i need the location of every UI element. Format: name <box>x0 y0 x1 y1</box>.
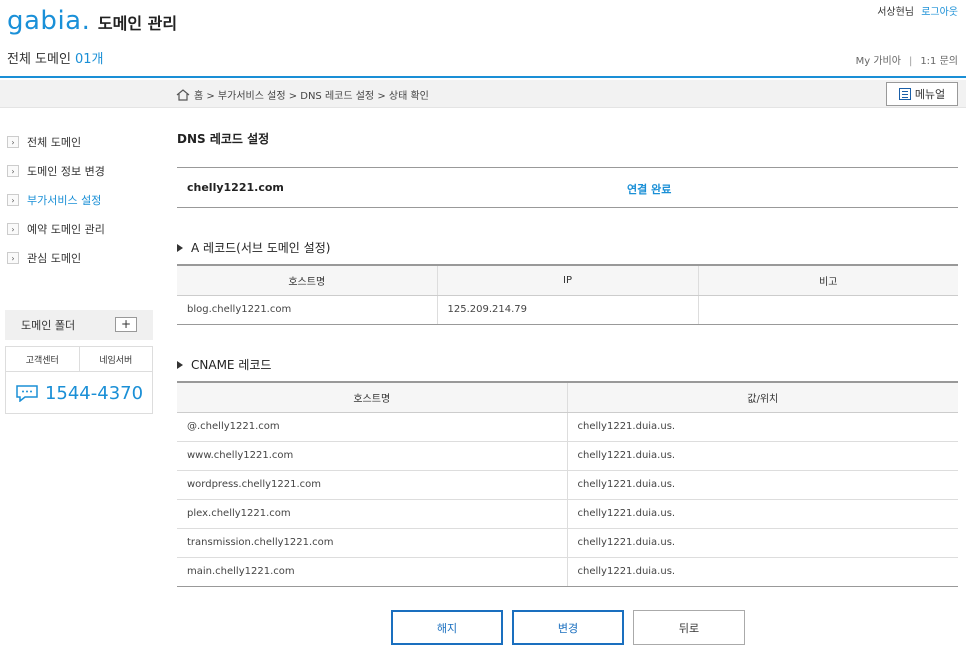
column-header: IP <box>436 264 698 296</box>
support-box: 고객센터 네임서버 1544-4370 <box>5 346 153 414</box>
tab-nameserver[interactable]: 네임서버 <box>80 347 153 371</box>
table-header-row: 호스트명 값/위치 <box>177 381 958 413</box>
cname-record-title-text: CNAME 레코드 <box>191 358 272 372</box>
brand: gabia. 도메인 관리 <box>7 6 177 36</box>
sidebar-item-reserved-domains[interactable]: › 예약 도메인 관리 <box>7 221 105 237</box>
a-record-title: A 레코드(서브 도메인 설정) <box>177 239 330 256</box>
app-title: 도메인 관리 <box>97 14 178 33</box>
cname-host: transmission.chelly1221.com <box>177 528 567 558</box>
cname-value: chelly1221.duia.us. <box>566 412 958 442</box>
column-header: 값/위치 <box>566 381 958 413</box>
domain-status-box: chelly1221.com 연결 완료 <box>177 167 958 208</box>
sidebar-item-label: 관심 도메인 <box>27 252 82 265</box>
change-button[interactable]: 변경 <box>512 610 624 645</box>
domain-count-label: 전체 도메인 <box>7 52 71 67</box>
page-title: DNS 레코드 설정 <box>177 132 270 146</box>
link-separator: | <box>908 56 913 67</box>
cname-value: chelly1221.duia.us. <box>566 557 958 587</box>
domain-count-value[interactable]: 01개 <box>75 52 104 67</box>
sidebar-item-label: 전체 도메인 <box>27 136 82 149</box>
domain-folder-label: 도메인 폴더 <box>21 319 76 332</box>
triangle-right-icon <box>177 360 183 369</box>
cname-host: www.chelly1221.com <box>177 441 567 471</box>
sidebar-item-label: 도메인 정보 변경 <box>27 165 105 178</box>
a-record-host: blog.chelly1221.com <box>177 295 437 325</box>
column-header: 비고 <box>697 264 958 296</box>
cancel-service-button[interactable]: 해지 <box>391 610 503 645</box>
manual-icon <box>898 88 911 100</box>
column-header: 호스트명 <box>177 381 567 413</box>
my-gabia-link[interactable]: My 가비아 <box>856 56 901 67</box>
cname-value: chelly1221.duia.us. <box>566 528 958 558</box>
a-record-table: 호스트명 IP 비고 blog.chelly1221.com 125.209.2… <box>177 264 958 325</box>
chevron-right-icon: › <box>7 136 19 148</box>
table-row: @.chelly1221.com chelly1221.duia.us. <box>177 412 958 442</box>
user-area: 서상현님 로그아웃 <box>877 3 958 18</box>
domain-name: chelly1221.com <box>187 181 284 194</box>
cname-host: wordpress.chelly1221.com <box>177 470 567 500</box>
sidebar-item-addon-settings[interactable]: › 부가서비스 설정 <box>7 192 101 208</box>
chevron-right-icon: › <box>7 194 19 206</box>
breadcrumb-bar: 홈 > 부가서비스 설정 > DNS 레코드 설정 > 상태 확인 메뉴얼 <box>0 80 966 108</box>
triangle-right-icon <box>177 243 183 252</box>
chat-bubble-icon <box>16 385 38 402</box>
logout-link[interactable]: 로그아웃 <box>921 7 958 18</box>
table-row: main.chelly1221.com chelly1221.duia.us. <box>177 557 958 587</box>
table-row: www.chelly1221.com chelly1221.duia.us. <box>177 441 958 471</box>
add-folder-button[interactable]: + <box>115 317 137 332</box>
a-record-note <box>697 295 958 325</box>
table-row: wordpress.chelly1221.com chelly1221.duia… <box>177 470 958 500</box>
domain-folder: 도메인 폴더 + <box>5 310 153 340</box>
back-button[interactable]: 뒤로 <box>633 610 745 645</box>
connection-status: 연결 완료 <box>627 183 672 196</box>
logo-dot: . <box>81 6 90 36</box>
breadcrumb-text: 홈 > 부가서비스 설정 > DNS 레코드 설정 > 상태 확인 <box>194 91 429 102</box>
a-record-title-text: A 레코드(서브 도메인 설정) <box>191 241 331 255</box>
table-row: blog.chelly1221.com 125.209.214.79 <box>177 295 958 325</box>
table-header-row: 호스트명 IP 비고 <box>177 264 958 296</box>
manual-button-label: 메뉴얼 <box>914 88 946 101</box>
support-phone: 1544-4370 <box>6 372 152 414</box>
table-row: transmission.chelly1221.com chelly1221.d… <box>177 528 958 558</box>
chevron-right-icon: › <box>7 223 19 235</box>
tab-customer-center[interactable]: 고객센터 <box>6 347 80 371</box>
header: gabia. 도메인 관리 서상현님 로그아웃 전체 도메인 01개 My 가비아… <box>0 0 966 78</box>
support-tabs: 고객센터 네임서버 <box>6 347 152 372</box>
sidebar-item-all-domains[interactable]: › 전체 도메인 <box>7 134 81 150</box>
column-header: 호스트명 <box>177 264 437 296</box>
cname-record-table: 호스트명 값/위치 @.chelly1221.com chelly1221.du… <box>177 381 958 587</box>
sidebar-item-label: 예약 도메인 관리 <box>27 223 105 236</box>
inquiry-link[interactable]: 1:1 문의 <box>920 56 958 67</box>
phone-number: 1544-4370 <box>44 382 144 404</box>
chevron-right-icon: › <box>7 252 19 264</box>
domain-count: 전체 도메인 01개 <box>7 48 103 67</box>
cname-host: plex.chelly1221.com <box>177 499 567 529</box>
a-record-ip: 125.209.214.79 <box>436 295 698 325</box>
home-icon[interactable] <box>176 88 190 101</box>
user-name: 서상현님 <box>877 7 914 18</box>
breadcrumb: 홈 > 부가서비스 설정 > DNS 레코드 설정 > 상태 확인 <box>176 87 429 102</box>
sidebar-item-favorite-domains[interactable]: › 관심 도메인 <box>7 250 81 266</box>
chevron-right-icon: › <box>7 165 19 177</box>
gabia-logo[interactable]: gabia <box>7 6 82 36</box>
action-buttons: 해지 변경 뒤로 <box>391 610 754 645</box>
cname-value: chelly1221.duia.us. <box>566 499 958 529</box>
cname-record-title: CNAME 레코드 <box>177 356 271 373</box>
sidebar-item-domain-info[interactable]: › 도메인 정보 변경 <box>7 163 105 179</box>
manual-button[interactable]: 메뉴얼 <box>886 82 958 106</box>
cname-host: @.chelly1221.com <box>177 412 567 442</box>
cname-value: chelly1221.duia.us. <box>566 441 958 471</box>
sidebar-item-label: 부가서비스 설정 <box>27 194 102 207</box>
cname-host: main.chelly1221.com <box>177 557 567 587</box>
cname-value: chelly1221.duia.us. <box>566 470 958 500</box>
table-row: plex.chelly1221.com chelly1221.duia.us. <box>177 499 958 529</box>
top-links: My 가비아 | 1:1 문의 <box>856 52 958 67</box>
